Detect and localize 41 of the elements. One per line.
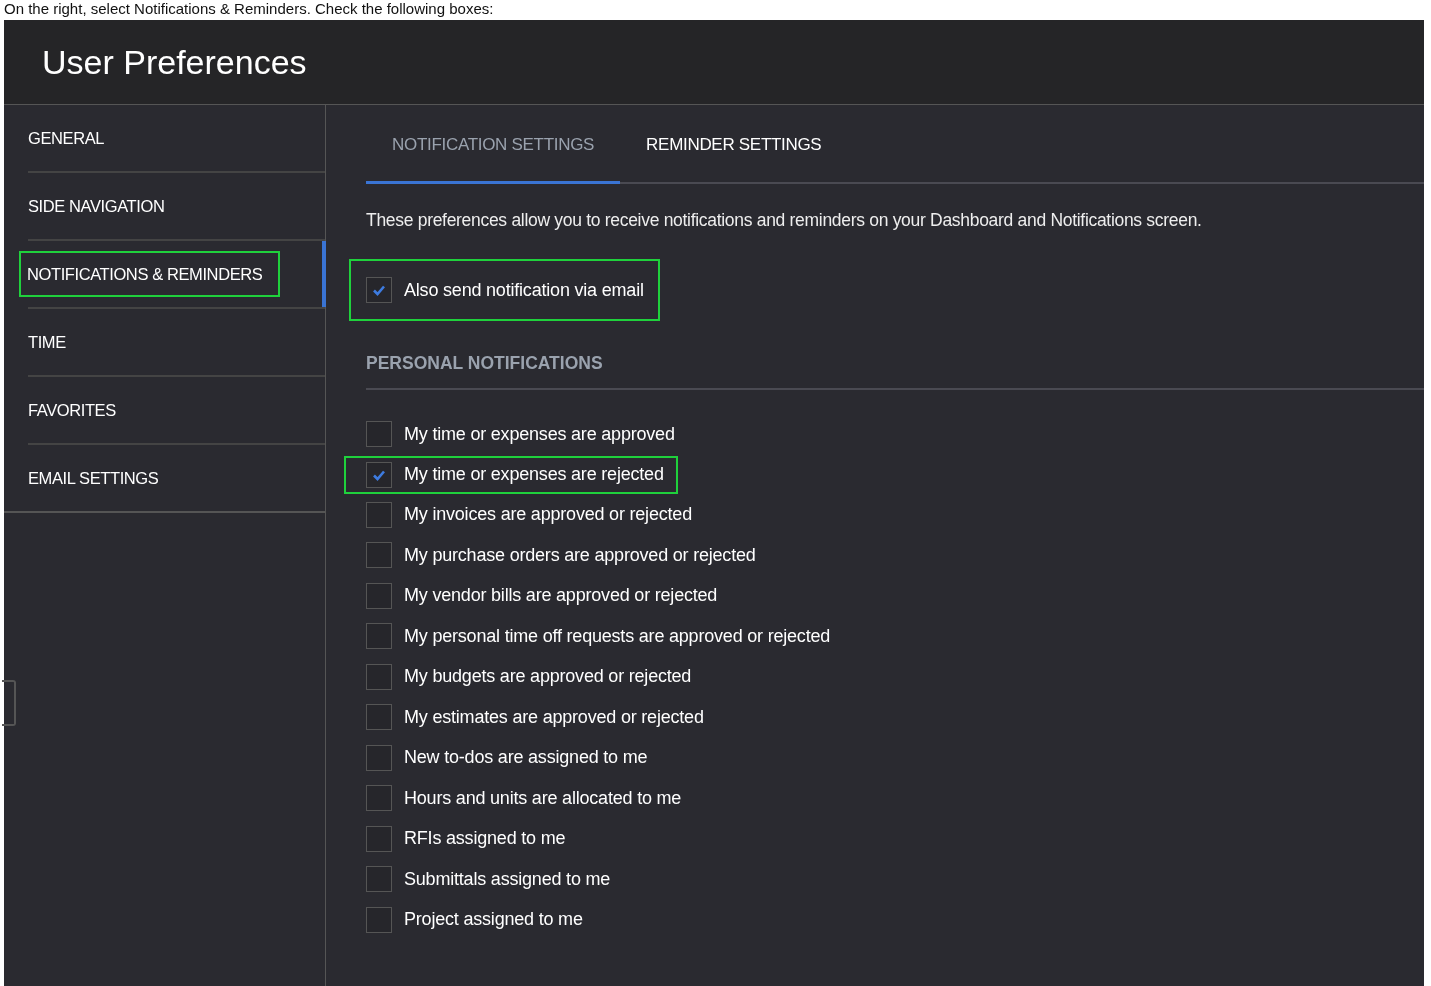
option-label: My personal time off requests are approved or rejected xyxy=(404,625,831,647)
panel-handle[interactable] xyxy=(2,680,16,726)
checkbox[interactable] xyxy=(366,785,392,812)
checkbox[interactable] xyxy=(366,421,392,448)
checkbox[interactable] xyxy=(366,704,392,731)
sidebar-item[interactable]: NOTIFICATIONS & REMINDERS xyxy=(21,253,279,295)
sidebar-item[interactable]: SIDE NAVIGATION xyxy=(22,185,171,227)
option-label: New to-dos are assigned to me xyxy=(404,747,648,769)
option-label: My vendor bills are approved or rejected xyxy=(404,585,718,607)
window-title: User Preferences xyxy=(42,42,307,82)
caption-text: On the right, select Notifications & Reminders. Check the following boxes: xyxy=(3,0,495,19)
checkbox[interactable] xyxy=(366,825,392,852)
section-heading: PERSONAL NOTIFICATIONS xyxy=(366,353,1424,390)
checkbox[interactable] xyxy=(366,277,392,303)
tab[interactable]: REMINDER SETTINGS xyxy=(620,135,848,182)
checkbox[interactable] xyxy=(366,866,392,893)
option-label: My time or expenses are rejected xyxy=(404,464,664,485)
option-label: Also send notification via email xyxy=(404,279,644,301)
option-label: RFIs assigned to me xyxy=(404,828,566,850)
option-label: Hours and units are allocated to me xyxy=(404,787,682,809)
checkbox[interactable] xyxy=(366,542,392,569)
tab[interactable]: NOTIFICATION SETTINGS xyxy=(366,135,621,184)
checkbox[interactable] xyxy=(366,623,392,650)
option-label: My purchase orders are approved or rejected xyxy=(404,544,756,566)
sidebar-item[interactable]: FAVORITES xyxy=(22,389,122,431)
sidebar-item[interactable]: EMAIL SETTINGS xyxy=(22,457,165,499)
checkbox[interactable] xyxy=(366,663,392,690)
checkbox[interactable] xyxy=(366,501,392,528)
option-label: Submittals assigned to me xyxy=(404,868,611,890)
option-label: My estimates are approved or rejected xyxy=(404,706,704,728)
checkbox[interactable] xyxy=(366,461,392,488)
option-label: My time or expenses are approved xyxy=(404,423,675,445)
sidebar-item[interactable]: GENERAL xyxy=(22,117,111,159)
sidebar-item[interactable]: TIME xyxy=(22,321,72,363)
option-label: Project assigned to me xyxy=(404,909,583,931)
checkbox[interactable] xyxy=(366,744,392,771)
checkbox[interactable] xyxy=(366,906,392,933)
option-label: My budgets are approved or rejected xyxy=(404,666,692,688)
intro-text: These preferences allow you to receive notifications and reminders on your Dashboard and Notifications screen. xyxy=(366,210,1203,231)
checkbox[interactable] xyxy=(366,582,392,609)
option-label: My invoices are approved or rejected xyxy=(404,504,692,526)
